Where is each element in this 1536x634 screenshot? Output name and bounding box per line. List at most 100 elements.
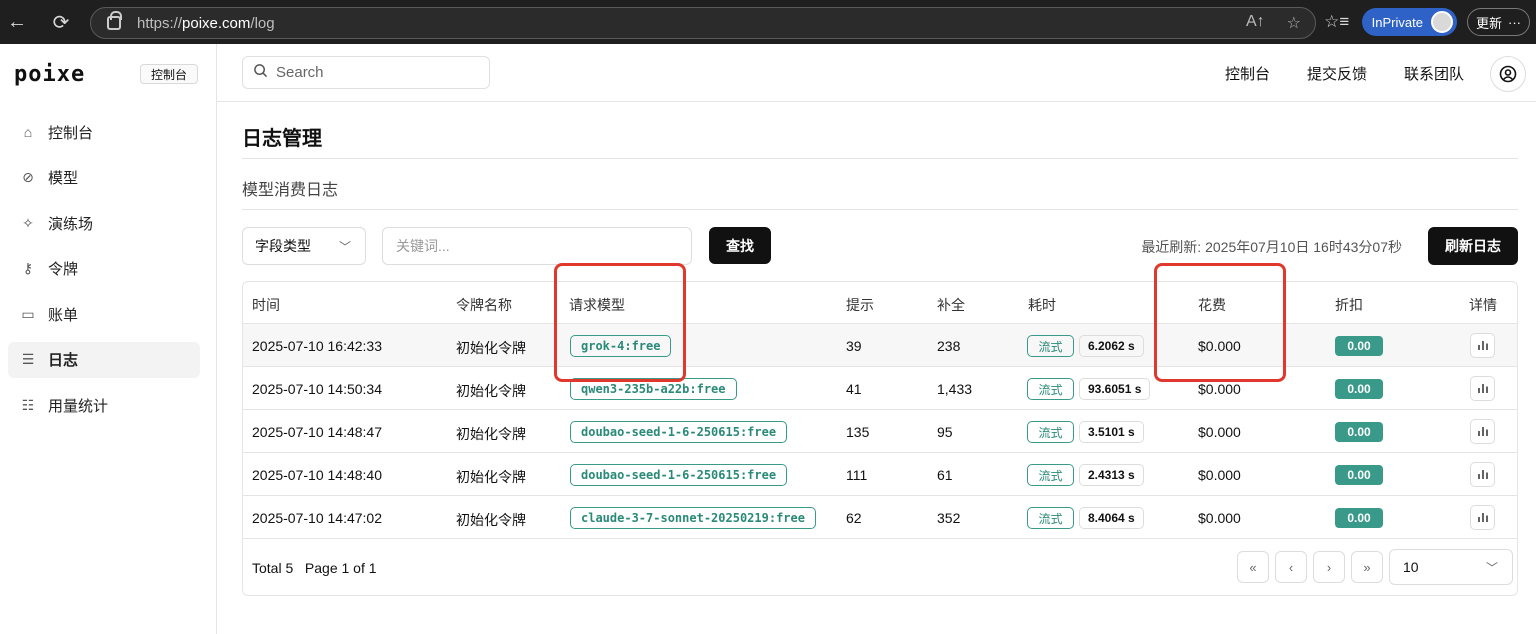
- discount-badge: 0.00: [1335, 379, 1383, 399]
- sidebar-item-models[interactable]: ⊘ 模型: [8, 160, 200, 196]
- duration-tag: 93.6051 s: [1079, 378, 1151, 400]
- cell-cost: $0.000: [1198, 424, 1241, 440]
- cell-completion: 238: [937, 338, 961, 354]
- cell-cost: $0.000: [1198, 467, 1241, 483]
- console-badge[interactable]: 控制台: [140, 64, 198, 84]
- cell-completion: 1,433: [937, 381, 973, 397]
- topnav-feedback[interactable]: 提交反馈: [1307, 63, 1367, 84]
- duration-tag: 6.2062 s: [1079, 335, 1144, 357]
- sidebar-item-tokens[interactable]: ⚷ 令牌: [8, 251, 200, 287]
- model-icon: ⊘: [22, 169, 34, 185]
- sidebar-nav: ⌂ 控制台 ⊘ 模型 ✧ 演练场 ⚷ 令牌 ▭ 账单 ☰ 日志 ☷ 用量统计: [8, 114, 200, 433]
- column-header-completion[interactable]: 补全: [937, 295, 965, 315]
- card-icon: ▭: [21, 305, 35, 322]
- column-header-detail[interactable]: 详情: [1469, 295, 1497, 315]
- column-header-token[interactable]: 令牌名称: [456, 295, 512, 315]
- address-bar[interactable]: https://poixe.com/log A↑ ☆: [90, 7, 1316, 39]
- sparkle-icon: ✧: [22, 214, 34, 231]
- sidebar-item-usage[interactable]: ☷ 用量统计: [8, 387, 200, 423]
- model-tag: qwen3-235b-a22b:free: [570, 378, 737, 400]
- cell-cost: $0.000: [1198, 510, 1241, 526]
- model-tag: doubao-seed-1-6-250615:free: [570, 421, 788, 443]
- column-header-time[interactable]: 时间: [252, 295, 280, 315]
- table-row[interactable]: 2025-07-10 16:42:33 初始化令牌 grok-4:free 39…: [243, 324, 1517, 367]
- search-input[interactable]: Search: [242, 56, 490, 89]
- more-icon: ···: [1508, 14, 1521, 30]
- cell-token: 初始化令牌: [456, 340, 526, 356]
- table-header: 时间 令牌名称 请求模型 提示 补全 耗时 花费 折扣 详情: [243, 282, 1517, 324]
- back-icon[interactable]: ←: [2, 11, 32, 34]
- inprivate-badge[interactable]: InPrivate: [1361, 8, 1457, 36]
- field-type-select[interactable]: 字段类型 ﹀: [242, 227, 366, 265]
- refresh-logs-button[interactable]: 刷新日志: [1428, 227, 1518, 265]
- sidebar: poixe 控制台 ⌂ 控制台 ⊘ 模型 ✧ 演练场 ⚷ 令牌 ▭ 账单 ☰ 日志 ☷ 用量统…: [0, 44, 217, 634]
- divider: [242, 209, 1518, 210]
- table-row[interactable]: 2025-07-10 14:50:34 初始化令牌 qwen3-235b-a22…: [243, 367, 1517, 410]
- list-icon: ☰: [21, 351, 35, 367]
- discount-badge: 0.00: [1335, 465, 1383, 485]
- page-title: 日志管理: [242, 128, 322, 150]
- last-page-button[interactable]: »: [1351, 551, 1383, 583]
- column-header-prompt[interactable]: 提示: [846, 295, 874, 315]
- sidebar-item-billing[interactable]: ▭ 账单: [8, 296, 200, 332]
- chevron-down-icon: ﹀: [1485, 560, 1498, 575]
- page-subtitle: 模型消费日志: [242, 182, 339, 199]
- sidebar-item-console[interactable]: ⌂ 控制台: [8, 114, 200, 150]
- column-header-discount[interactable]: 折扣: [1335, 295, 1363, 315]
- prev-page-button[interactable]: ‹: [1275, 551, 1307, 583]
- cell-prompt: 39: [846, 338, 862, 354]
- favorites-list-icon[interactable]: ☆≡: [1322, 12, 1352, 32]
- chevron-left-icon: ‹: [1288, 559, 1294, 575]
- stream-tag: 流式: [1027, 507, 1074, 529]
- cell-time: 2025-07-10 14:48:40: [252, 467, 382, 483]
- url-text: https://poixe.com/log: [137, 14, 275, 32]
- reload-icon[interactable]: ⟳: [46, 10, 76, 35]
- detail-button[interactable]: [1470, 462, 1495, 487]
- stream-tag: 流式: [1027, 421, 1074, 443]
- detail-button[interactable]: [1470, 419, 1495, 444]
- detail-button[interactable]: [1470, 505, 1495, 530]
- duration-tag: 8.4064 s: [1079, 507, 1144, 529]
- topnav-console[interactable]: 控制台: [1225, 63, 1270, 84]
- find-button[interactable]: 查找: [709, 227, 771, 264]
- next-page-button[interactable]: ›: [1313, 551, 1345, 583]
- column-header-duration[interactable]: 耗时: [1028, 295, 1056, 315]
- double-chevron-left-icon: «: [1249, 559, 1257, 575]
- user-account-icon[interactable]: [1490, 56, 1526, 92]
- update-button[interactable]: 更新 ···: [1466, 8, 1530, 36]
- duration-tag: 3.5101 s: [1079, 421, 1144, 443]
- column-header-cost[interactable]: 花费: [1198, 295, 1226, 315]
- discount-badge: 0.00: [1335, 508, 1383, 528]
- chevron-down-icon: ﹀: [338, 239, 351, 254]
- bar-chart-icon: [1477, 338, 1489, 354]
- brand-logo[interactable]: poixe: [14, 62, 85, 87]
- first-page-button[interactable]: «: [1237, 551, 1269, 583]
- table-row[interactable]: 2025-07-10 14:48:40 初始化令牌 doubao-seed-1-…: [243, 453, 1517, 496]
- detail-button[interactable]: [1470, 376, 1495, 401]
- detail-button[interactable]: [1470, 333, 1495, 358]
- pagination-controls: « ‹ › »: [1237, 551, 1383, 583]
- search-icon: [253, 63, 268, 82]
- bar-chart-icon: [1477, 381, 1489, 397]
- bar-chart-icon: [1477, 424, 1489, 440]
- table-row[interactable]: 2025-07-10 14:47:02 初始化令牌 claude-3-7-son…: [243, 496, 1517, 539]
- lock-icon: [107, 11, 122, 30]
- cell-completion: 61: [937, 467, 953, 483]
- cell-time: 2025-07-10 14:47:02: [252, 510, 382, 526]
- read-aloud-icon[interactable]: A↑: [1246, 13, 1265, 33]
- favorite-star-icon[interactable]: ☆: [1287, 13, 1301, 33]
- page-size-select[interactable]: 10 ﹀: [1389, 549, 1513, 585]
- table-row[interactable]: 2025-07-10 14:48:47 初始化令牌 doubao-seed-1-…: [243, 410, 1517, 453]
- pagination-summary: Total 5 Page 1 of 1: [252, 560, 377, 576]
- browser-toolbar: ← ⟳ https://poixe.com/log A↑ ☆ ☆≡ InPriv…: [0, 0, 1536, 44]
- column-header-model[interactable]: 请求模型: [569, 295, 625, 315]
- chevron-right-icon: ›: [1326, 559, 1332, 575]
- topnav-contact[interactable]: 联系团队: [1404, 63, 1464, 84]
- key-icon: ⚷: [22, 260, 34, 276]
- sidebar-item-logs[interactable]: ☰ 日志: [8, 341, 200, 378]
- cell-prompt: 111: [846, 467, 868, 483]
- cell-prompt: 62: [846, 510, 862, 526]
- keyword-input[interactable]: 关键词...: [382, 227, 692, 265]
- bar-chart-icon: [1477, 467, 1489, 483]
- sidebar-item-playground[interactable]: ✧ 演练场: [8, 205, 200, 241]
